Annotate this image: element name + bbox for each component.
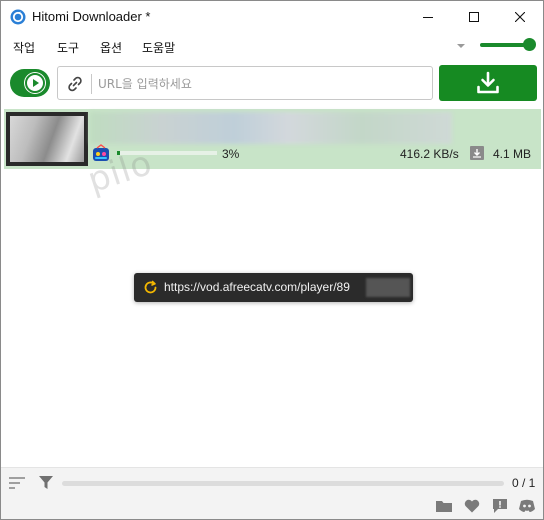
url-separator — [91, 74, 92, 94]
link-icon — [68, 76, 82, 92]
folder-icon[interactable] — [435, 497, 453, 515]
volume-slider-track[interactable] — [480, 43, 528, 47]
refresh-icon — [144, 280, 157, 294]
title-bar: Hitomi Downloader * — [1, 1, 543, 33]
thumbnail-image — [10, 116, 84, 162]
status-bar: 0 / 1 — [1, 467, 543, 519]
task-thumbnail — [6, 112, 88, 166]
menu-tools[interactable]: 도구 — [57, 39, 79, 56]
task-row[interactable]: 3% 416.2 KB/s 4.1 MB — [4, 109, 541, 169]
task-size: 4.1 MB — [493, 147, 532, 161]
download-icon — [477, 71, 499, 94]
horizontal-scrollbar[interactable] — [62, 481, 504, 486]
menu-help[interactable]: 도움말 — [142, 39, 175, 56]
tooltip-url: https://vod.afreecatv.com/player/89 — [164, 280, 350, 294]
chevron-down-icon[interactable] — [456, 43, 466, 49]
menu-options[interactable]: 옵션 — [100, 39, 122, 56]
window-title: Hitomi Downloader * — [32, 9, 151, 24]
minimize-button[interactable] — [405, 1, 451, 33]
maximize-icon — [469, 12, 479, 22]
close-button[interactable] — [497, 1, 543, 33]
download-button[interactable] — [439, 65, 537, 101]
heart-icon[interactable] — [463, 497, 481, 515]
volume-slider-thumb[interactable] — [523, 38, 536, 51]
url-tooltip: https://vod.afreecatv.com/player/89 — [134, 273, 413, 302]
start-toggle[interactable] — [10, 69, 50, 97]
menu-bar: 작업 도구 옵션 도움말 — [1, 33, 543, 59]
maximize-button[interactable] — [451, 1, 497, 33]
task-percent: 3% — [222, 147, 240, 161]
hitomi-app-icon — [10, 9, 26, 25]
filter-icon[interactable] — [39, 475, 53, 491]
url-input[interactable] — [98, 73, 428, 95]
url-box — [57, 66, 433, 100]
close-icon — [515, 12, 525, 22]
task-title-redacted — [90, 112, 452, 144]
toggle-knob — [24, 72, 46, 94]
sort-list-icon[interactable] — [8, 476, 26, 490]
task-count: 0 / 1 — [512, 476, 536, 490]
task-speed: 416.2 KB/s — [400, 147, 459, 161]
app-window: Hitomi Downloader * 작업 도구 옵션 도움말 URL을 입력… — [0, 0, 544, 520]
discord-icon[interactable] — [518, 497, 536, 515]
menu-task[interactable]: 작업 — [13, 39, 35, 56]
minimize-icon — [423, 17, 433, 18]
feedback-icon[interactable] — [491, 497, 509, 515]
play-icon — [25, 73, 45, 93]
file-size-icon — [470, 146, 484, 160]
tooltip-redacted — [366, 278, 410, 297]
